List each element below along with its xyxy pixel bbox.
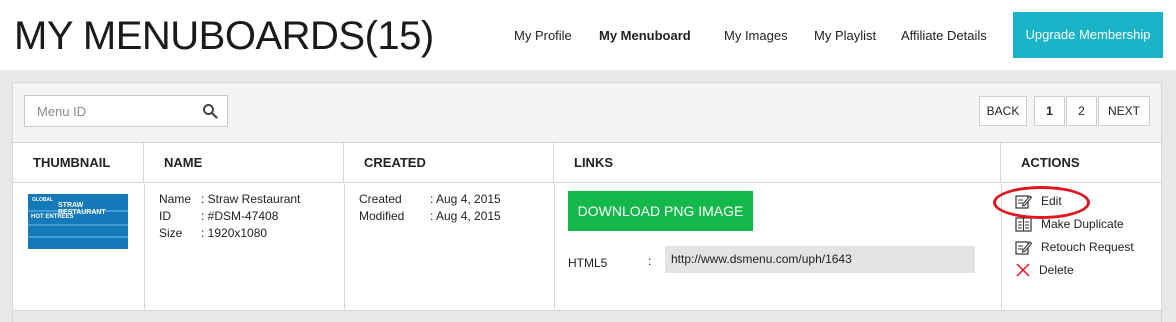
info-line-created: Created : Aug 4, 2015 (359, 191, 501, 208)
pagination-next-button[interactable]: NEXT (1098, 96, 1150, 126)
info-line-modified: Modified : Aug 4, 2015 (359, 208, 501, 225)
nav-my-playlist[interactable]: My Playlist (814, 27, 876, 45)
edit-highlight-circle (993, 186, 1090, 219)
search-box (24, 95, 228, 127)
info-line-name: Name : Straw Restaurant (159, 191, 300, 208)
page-title: MY MENUBOARDS(15) (14, 14, 434, 58)
pagination-back-button[interactable]: BACK (979, 96, 1027, 126)
info-label: Created (359, 192, 402, 206)
delete-icon (1016, 263, 1030, 277)
info-line-size: Size : 1920x1080 (159, 225, 300, 242)
delete-label: Delete (1039, 263, 1074, 277)
html5-colon: : (648, 254, 652, 268)
toolbar: BACK 1 2 NEXT (13, 83, 1161, 143)
info-value: : 1920x1080 (201, 226, 268, 240)
table-header: THUMBNAIL NAME CREATED LINKS ACTIONS (13, 143, 1161, 183)
column-divider (144, 184, 145, 309)
column-divider (554, 184, 555, 309)
table-row: GLOBAL STRAW RESTAURANT HOT ENTREES Name… (13, 184, 1161, 309)
retouch-icon (1015, 241, 1032, 255)
info-value: : Straw Restaurant (201, 192, 301, 206)
column-actions: ACTIONS (1021, 155, 1080, 170)
thumbnail-text: HOT ENTREES (31, 214, 74, 220)
header: MY MENUBOARDS(15) My Profile My Menuboar… (0, 0, 1176, 70)
upgrade-membership-button[interactable]: Upgrade Membership (1013, 12, 1163, 58)
html5-url-field[interactable]: http://www.dsmenu.com/uph/1643 (665, 246, 975, 273)
footer-strip (13, 310, 1161, 322)
nav-my-images[interactable]: My Images (724, 27, 788, 45)
nav-my-menuboard[interactable]: My Menuboard (599, 27, 691, 45)
thumbnail-stripe (28, 224, 128, 226)
nav-my-profile[interactable]: My Profile (514, 27, 572, 45)
page: MY MENUBOARDS(15) My Profile My Menuboar… (0, 0, 1176, 322)
thumbnail-stripe (28, 236, 128, 238)
thumbnail-text: GLOBAL (32, 197, 54, 203)
html5-label: HTML5 (568, 256, 608, 270)
column-thumbnail: THUMBNAIL (13, 143, 144, 183)
menuboard-table-card: BACK 1 2 NEXT THUMBNAIL NAME CREATED LIN… (12, 82, 1162, 322)
info-label: Name (159, 192, 192, 206)
column-links: LINKS (554, 143, 1001, 183)
content-panel: BACK 1 2 NEXT THUMBNAIL NAME CREATED LIN… (0, 70, 1176, 322)
info-value: : #DSM-47408 (201, 209, 279, 223)
nav-affiliate-details[interactable]: Affiliate Details (901, 27, 987, 45)
pagination-page-1[interactable]: 1 (1034, 96, 1065, 126)
info-label: Modified (359, 209, 405, 223)
column-name: NAME (144, 143, 344, 183)
search-icon[interactable] (202, 103, 218, 119)
download-png-button[interactable]: DOWNLOAD PNG IMAGE (568, 191, 753, 231)
menuboard-thumbnail[interactable]: GLOBAL STRAW RESTAURANT HOT ENTREES (28, 194, 128, 249)
info-value: : Aug 4, 2015 (430, 192, 501, 206)
info-label: Size (159, 226, 183, 240)
info-value: : Aug 4, 2015 (430, 209, 501, 223)
search-input[interactable] (25, 96, 195, 126)
pagination-page-2[interactable]: 2 (1066, 96, 1097, 126)
column-divider (344, 184, 345, 309)
name-info: Name : Straw Restaurant ID : #DSM-47408 Si… (159, 191, 300, 242)
created-info: Created : Aug 4, 2015 Modified : Aug 4, 20… (359, 191, 501, 225)
info-label: ID (159, 209, 171, 223)
retouch-request-label: Retouch Request (1041, 240, 1134, 254)
info-line-id: ID : #DSM-47408 (159, 208, 300, 225)
column-created: CREATED (344, 143, 554, 183)
